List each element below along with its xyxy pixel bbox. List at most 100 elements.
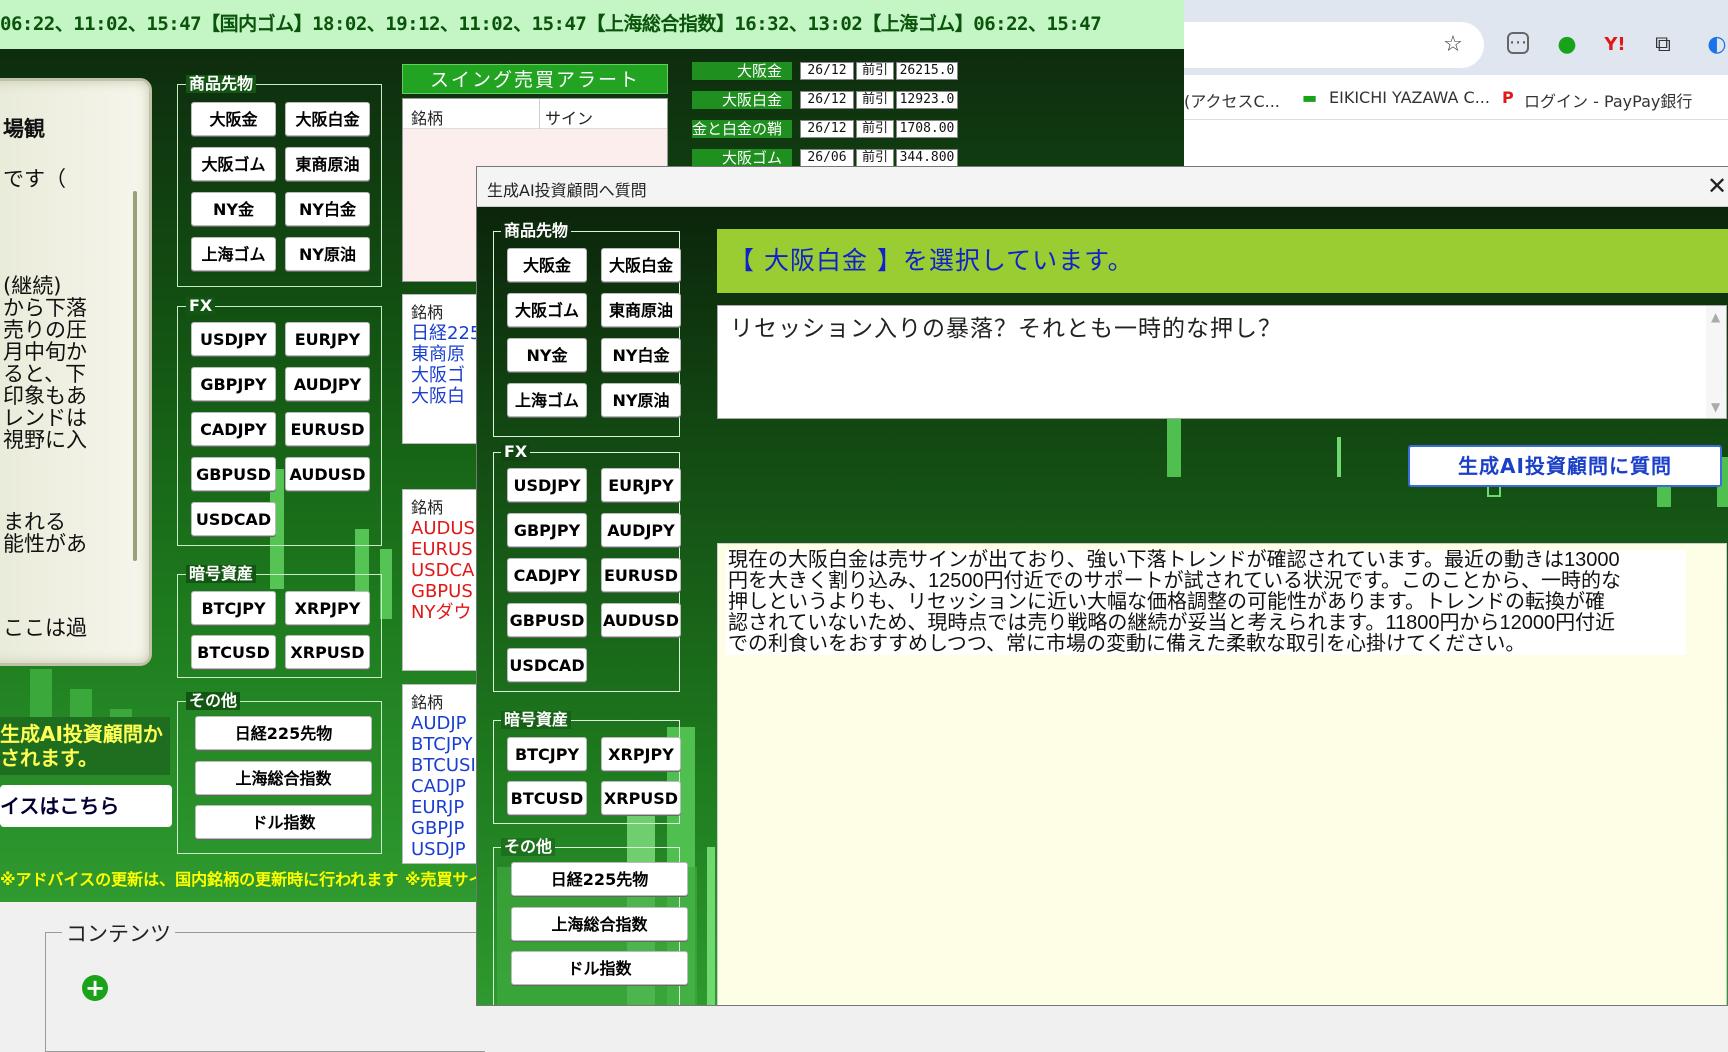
dlg-btn-shanghai-composite[interactable]: 上海総合指数 [511, 907, 688, 941]
dlg-btn-osaka-gold[interactable]: 大阪金 [507, 248, 587, 282]
btn-osaka-gold[interactable]: 大阪金 [191, 102, 276, 136]
list-item[interactable]: 日経225 [403, 323, 481, 344]
signal-list-2[interactable]: 銘柄 AUDUS EURUS USDCA GBPUS NYダウ [402, 489, 482, 671]
dlg-btn-eurjpy[interactable]: EURJPY [601, 468, 681, 502]
list-item[interactable]: EURUS [403, 539, 481, 560]
btn-tocom-crude[interactable]: 東商原油 [285, 147, 370, 181]
bookmark-item[interactable]: (アクセスC... [1184, 88, 1280, 112]
dlg-btn-gbpjpy[interactable]: GBPJPY [507, 513, 587, 547]
bg-candle [1337, 437, 1341, 477]
scroll-up-icon[interactable]: ▲ [1711, 310, 1721, 324]
list-item[interactable]: BTCJPY [403, 734, 481, 755]
btn-audjpy[interactable]: AUDJPY [285, 367, 370, 401]
dlg-btn-xrpjpy[interactable]: XRPJPY [601, 737, 681, 771]
list-item[interactable]: USDCA [403, 560, 481, 581]
list-item[interactable]: 大阪白 [403, 386, 481, 407]
advice-link-button[interactable]: イスはこちら [0, 785, 172, 827]
extensions-icon[interactable]: ⧉ [1650, 32, 1676, 58]
btn-gbpjpy[interactable]: GBPJPY [191, 367, 276, 401]
dlg-btn-nikkei225[interactable]: 日経225先物 [511, 862, 688, 896]
dlg-btn-ny-platinum[interactable]: NY白金 [601, 338, 681, 372]
question-input[interactable]: リセッション入りの暴落？それとも一時的な押し？ ▲ ▼ [717, 305, 1727, 419]
btn-ny-gold[interactable]: NY金 [191, 192, 276, 226]
btn-eurusd[interactable]: EURUSD [285, 412, 370, 446]
star-icon[interactable]: ☆ [1440, 32, 1466, 58]
list-item[interactable]: BTCUSI [403, 755, 481, 776]
btn-dollar-index[interactable]: ドル指数 [195, 805, 372, 839]
btn-ny-crude[interactable]: NY原油 [285, 237, 370, 271]
list-item[interactable]: 東商原 [403, 344, 481, 365]
dlg-btn-usdcad[interactable]: USDCAD [507, 648, 587, 682]
dlg-btn-audjpy[interactable]: AUDJPY [601, 513, 681, 547]
quote-name: 金と白金の鞘 [692, 120, 792, 138]
list-item[interactable]: GBPJP [403, 818, 481, 839]
answer-line: 現在の大阪白金は売サインが出ており、強い下落トレンドが確認されています。最近の動… [728, 549, 1620, 571]
content-area [0, 902, 485, 1052]
address-bar[interactable] [1184, 22, 1484, 68]
btn-usdjpy[interactable]: USDJPY [191, 322, 276, 356]
dlg-btn-cadjpy[interactable]: CADJPY [507, 558, 587, 592]
bookmark-item[interactable]: ログイン - PayPay銀行 [1524, 88, 1692, 112]
dlg-btn-btcjpy[interactable]: BTCJPY [507, 737, 587, 771]
bookmark-item[interactable]: EIKICHI YAZAWA C... [1329, 88, 1490, 107]
close-icon[interactable]: ✕ [1707, 172, 1727, 200]
add-icon[interactable]: + [82, 975, 108, 1001]
list-item[interactable]: EURJP [403, 797, 481, 818]
dlg-btn-ny-gold[interactable]: NY金 [507, 338, 587, 372]
signal-list-3[interactable]: 銘柄 AUDJP BTCJPY BTCUSI CADJP EURJP GBPJP… [402, 684, 482, 864]
advice-line: ると、下 [3, 362, 87, 386]
chat-icon[interactable]: ⋯ [1507, 32, 1529, 54]
commodities-group-title: 商品先物 [186, 75, 257, 93]
btn-osaka-rubber[interactable]: 大阪ゴム [191, 147, 276, 181]
btn-btcusd[interactable]: BTCUSD [191, 635, 276, 669]
advice-line: レンドは [3, 406, 87, 430]
dlg-btn-shanghai-rubber[interactable]: 上海ゴム [507, 383, 587, 417]
btn-gbpusd[interactable]: GBPUSD [191, 457, 276, 491]
advice-line: 売りの圧 [3, 318, 87, 342]
dlg-btn-audusd[interactable]: AUDUSD [601, 603, 681, 637]
share-icon[interactable]: ● [1554, 32, 1580, 58]
scroll-down-icon[interactable]: ▼ [1711, 400, 1721, 414]
answer-output[interactable]: 現在の大阪白金は売サインが出ており、強い下落トレンドが確認されています。最近の動… [717, 543, 1727, 1005]
profile-icon[interactable]: ◐ [1704, 32, 1728, 58]
btn-eurjpy[interactable]: EURJPY [285, 322, 370, 356]
dlg-btn-osaka-rubber[interactable]: 大阪ゴム [507, 293, 587, 327]
dlg-btn-dollar-index[interactable]: ドル指数 [511, 951, 688, 985]
yahoo-icon[interactable]: Y! [1602, 32, 1628, 58]
signal-list-1[interactable]: 銘柄 日経225 東商原 大阪ゴ 大阪白 [402, 294, 482, 444]
btn-ny-platinum[interactable]: NY白金 [285, 192, 370, 226]
list-item[interactable]: USDJP [403, 839, 481, 860]
list-item[interactable]: CADJP [403, 776, 481, 797]
ask-ai-advisor-button[interactable]: 生成AI投資顧問に質問 [1408, 445, 1722, 487]
dlg-btn-ny-crude[interactable]: NY原油 [601, 383, 681, 417]
btn-nikkei225[interactable]: 日経225先物 [195, 716, 372, 750]
list-item[interactable]: AUDUS [403, 518, 481, 539]
col-symbol: 銘柄 [411, 109, 444, 128]
btn-audusd[interactable]: AUDUSD [285, 457, 370, 491]
btn-osaka-platinum[interactable]: 大阪白金 [285, 102, 370, 136]
answer-line: 円を大きく割り込み、12500円付近でのサポートが試されている状況です。このこと… [728, 570, 1622, 592]
list-item[interactable]: GBPUS [403, 581, 481, 602]
dlg-btn-eurusd[interactable]: EURUSD [601, 558, 681, 592]
dlg-btn-tocom-crude[interactable]: 東商原油 [601, 293, 681, 327]
dlg-btn-gbpusd[interactable]: GBPUSD [507, 603, 587, 637]
dlg-btn-osaka-platinum[interactable]: 大阪白金 [601, 248, 681, 282]
btn-xrpjpy[interactable]: XRPJPY [285, 591, 370, 625]
quote-date: 26/12 [800, 91, 854, 109]
advice-scrollbar[interactable] [133, 191, 137, 561]
question-scrollbar[interactable]: ▲ ▼ [1706, 306, 1726, 418]
btn-btcjpy[interactable]: BTCJPY [191, 591, 276, 625]
dlg-btn-usdjpy[interactable]: USDJPY [507, 468, 587, 502]
btn-xrpusd[interactable]: XRPUSD [285, 635, 370, 669]
dialog-titlebar[interactable]: 生成AI投資顧問へ質問 ✕ [477, 167, 1728, 207]
dlg-btn-xrpusd[interactable]: XRPUSD [601, 781, 681, 815]
dlg-btn-btcusd[interactable]: BTCUSD [507, 781, 587, 815]
btn-cadjpy[interactable]: CADJPY [191, 412, 276, 446]
btn-usdcad[interactable]: USDCAD [191, 502, 276, 536]
list-item[interactable]: AUDJP [403, 713, 481, 734]
list-item[interactable]: 大阪ゴ [403, 365, 481, 386]
browser-toolbar: ☆ ⋯ ● Y! ⧉ ◐ [1184, 0, 1728, 75]
list-item[interactable]: NYダウ [403, 602, 481, 623]
btn-shanghai-rubber[interactable]: 上海ゴム [191, 237, 276, 271]
btn-shanghai-composite[interactable]: 上海総合指数 [195, 761, 372, 795]
